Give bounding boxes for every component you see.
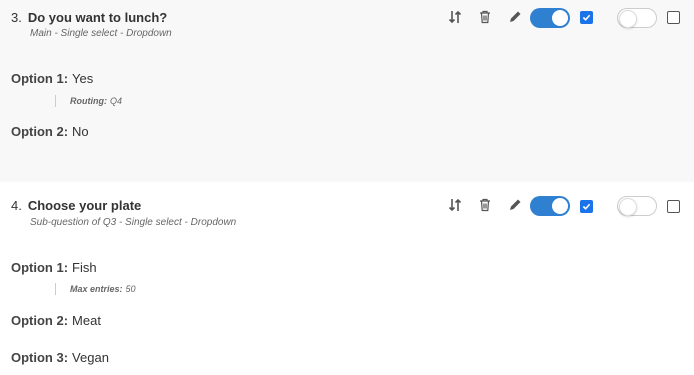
checkbox-2[interactable]	[667, 11, 680, 24]
toggle-switch-1[interactable]	[530, 8, 570, 28]
option-label: Option 1:	[11, 260, 69, 275]
option-value: No	[72, 124, 89, 139]
routing-label: Routing:	[70, 96, 107, 106]
option-label: Option 1:	[11, 71, 69, 86]
routing-value: Q4	[109, 96, 122, 106]
question-number: 3.	[11, 10, 22, 25]
option-row: Option 2: No	[11, 124, 89, 139]
question-title-text: Do you want to lunch?	[27, 10, 168, 25]
question-title-text: Choose your plate	[27, 198, 142, 213]
toggle-knob	[619, 10, 637, 28]
option-routing: Routing: Q4	[55, 95, 122, 107]
max-entries-label: Max entries:	[70, 284, 123, 294]
option-value: Meat	[72, 313, 101, 328]
question-subtitle: Sub-question of Q3 - Single select - Dro…	[30, 217, 237, 228]
toggle-knob	[552, 10, 568, 26]
trash-icon[interactable]	[477, 9, 493, 25]
checkbox-2[interactable]	[667, 200, 680, 213]
option-value: Yes	[72, 71, 94, 86]
question-title: 3. Do you want to lunch?	[11, 10, 167, 25]
option-row: Option 1: Yes	[11, 71, 93, 86]
option-row: Option 1: Fish	[11, 260, 97, 275]
checkbox-1[interactable]	[580, 200, 593, 213]
question-subtitle: Main - Single select - Dropdown	[30, 28, 172, 39]
question-card-4: 4. Choose your plate Sub-question of Q3 -…	[0, 182, 694, 375]
question-number: 4.	[11, 198, 22, 213]
pencil-icon[interactable]	[507, 9, 523, 25]
option-value: Fish	[72, 260, 97, 275]
toggle-knob	[619, 198, 637, 216]
max-entries-value: 50	[125, 284, 136, 294]
toggle-switch-2[interactable]	[617, 8, 657, 28]
option-label: Option 3:	[11, 350, 69, 365]
question-title: 4. Choose your plate	[11, 198, 141, 213]
toggle-knob	[552, 198, 568, 214]
pencil-icon[interactable]	[507, 197, 523, 213]
option-value: Vegan	[72, 350, 109, 365]
option-max-entries: Max entries: 50	[55, 283, 136, 295]
checkbox-1[interactable]	[580, 11, 593, 24]
option-label: Option 2:	[11, 124, 69, 139]
question-card-3: 3. Do you want to lunch? Main - Single se…	[0, 0, 694, 182]
option-label: Option 2:	[11, 313, 69, 328]
toggle-switch-2[interactable]	[617, 196, 657, 216]
toggle-switch-1[interactable]	[530, 196, 570, 216]
option-row: Option 3: Vegan	[11, 350, 109, 365]
trash-icon[interactable]	[477, 197, 493, 213]
sort-arrows-icon[interactable]	[447, 197, 463, 213]
sort-arrows-icon[interactable]	[447, 9, 463, 25]
option-row: Option 2: Meat	[11, 313, 101, 328]
